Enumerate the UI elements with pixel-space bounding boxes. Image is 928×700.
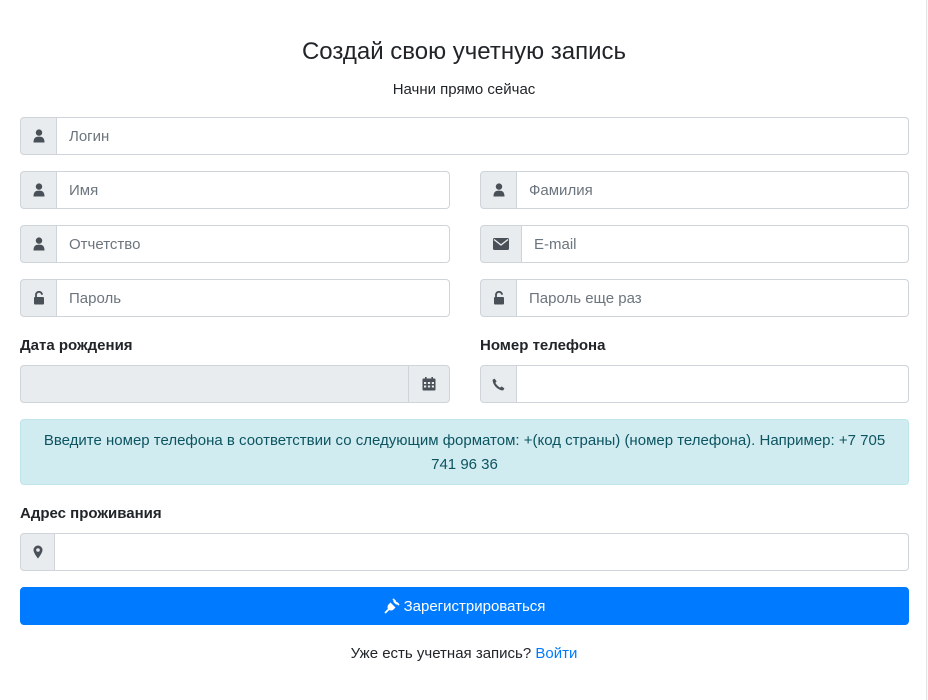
plug-icon [384, 598, 400, 614]
phone-group [480, 365, 909, 403]
address-label: Адрес проживания [20, 505, 162, 522]
password-group [20, 279, 450, 317]
calendar-icon[interactable] [408, 365, 450, 403]
middle-name-group [20, 225, 450, 263]
user-icon [20, 117, 57, 155]
registration-card: Создай свою учетную запись Начни прямо с… [0, 0, 927, 700]
address-group [20, 533, 909, 571]
birth-date-input[interactable] [20, 365, 408, 403]
birth-date-group [20, 365, 450, 403]
login-prompt-text: Уже есть учетная запись? [350, 645, 532, 662]
unlock-icon [20, 279, 57, 317]
birth-date-label: Дата рождения [20, 337, 133, 354]
phone-icon [480, 365, 517, 403]
phone-input[interactable] [517, 365, 909, 403]
last-name-group [480, 171, 909, 209]
login-link[interactable]: Войти [535, 645, 577, 662]
unlock-icon [480, 279, 517, 317]
address-input[interactable] [55, 533, 909, 571]
email-group [480, 225, 909, 263]
login-input[interactable] [57, 117, 909, 155]
page-title: Создай свою учетную запись [301, 38, 627, 65]
last-name-input[interactable] [517, 171, 909, 209]
login-prompt: Уже есть учетная запись? Войти [0, 644, 928, 664]
password-repeat-group [480, 279, 909, 317]
login-group [20, 117, 909, 155]
first-name-input[interactable] [57, 171, 450, 209]
first-name-group [20, 171, 450, 209]
register-button[interactable]: Зарегистрироваться [20, 587, 909, 625]
user-icon [480, 171, 517, 209]
phone-format-alert: Введите номер телефона в соответствии со… [20, 419, 909, 485]
envelope-icon [480, 225, 522, 263]
user-icon [20, 225, 57, 263]
middle-name-input[interactable] [57, 225, 450, 263]
page-subtitle: Начни прямо сейчас [392, 81, 536, 98]
map-marker-icon [20, 533, 55, 571]
user-icon [20, 171, 57, 209]
register-button-label: Зарегистрироваться [403, 597, 546, 615]
email-input[interactable] [522, 225, 909, 263]
password-repeat-input[interactable] [517, 279, 909, 317]
phone-label: Номер телефона [480, 337, 606, 354]
password-input[interactable] [57, 279, 450, 317]
